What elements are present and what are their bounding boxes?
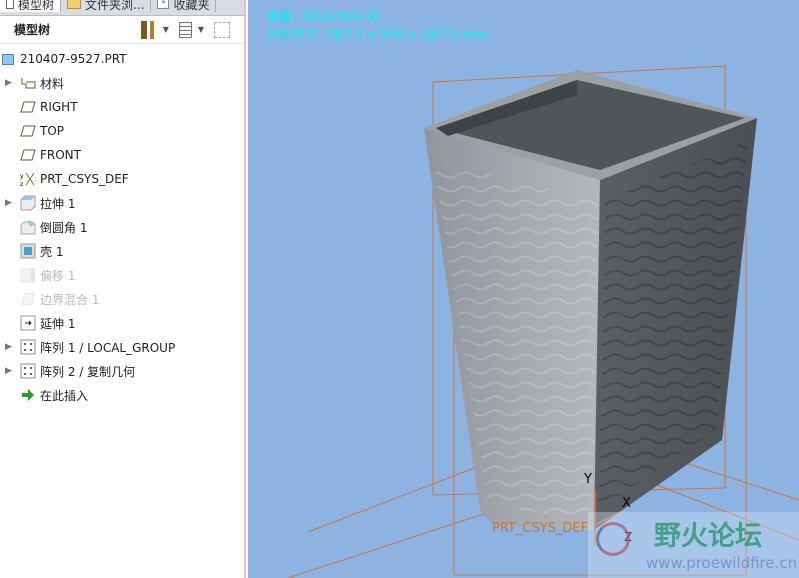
model-tree-panel: 模型树 文件夹浏... * 收藏夹 模型树 ▼ ▼ 210407-9527.PRT… — [0, 0, 246, 578]
datum-plane-icon — [20, 99, 36, 115]
tab-favorites[interactable]: * 收藏夹 — [151, 0, 217, 12]
model-3d-view — [287, 65, 799, 578]
tree-item[interactable]: ▶ 材料 — [0, 71, 244, 95]
hammer-screwdriver-icon — [140, 20, 157, 39]
tab-model-tree[interactable]: 模型树 — [0, 0, 62, 12]
svg-text:z: z — [20, 181, 23, 187]
datum-plane-icon — [20, 123, 36, 139]
tree-item-label: RIGHT — [40, 100, 78, 114]
show-button[interactable]: ▼ — [178, 21, 204, 38]
boundary-blend-icon — [20, 291, 36, 307]
expand-arrow-icon[interactable]: ▶ — [5, 78, 15, 88]
tree-item-label: 阵列 2 / 复制几何 — [40, 364, 136, 379]
part-icon — [0, 51, 16, 67]
hide-columns-icon — [214, 21, 230, 38]
tree-item[interactable]: RIGHT — [0, 95, 244, 119]
tree-item[interactable]: ▶ 阵列 2 / 复制几何 — [0, 359, 244, 383]
round-icon — [20, 219, 36, 235]
tree-item[interactable]: yz x PRT_CSYS_DEF — [0, 167, 244, 191]
svg-text:y: y — [20, 173, 24, 180]
tree-item[interactable]: 边界混合 1 — [0, 287, 244, 311]
extend-icon — [20, 315, 36, 331]
extrude-icon — [20, 195, 36, 211]
chevron-down-icon: ▼ — [162, 25, 169, 34]
tree-item-label: 偏移 1 — [40, 268, 76, 283]
tree-item[interactable]: ▶ 阵列 1 / LOCAL_GROUP — [0, 335, 244, 359]
watermark-logo — [596, 522, 630, 556]
tree-item-label: TOP — [40, 124, 65, 138]
csys-icon: yz x — [20, 171, 36, 187]
tree-item-label: 材料 — [40, 76, 65, 91]
svg-text:x: x — [35, 176, 36, 183]
tree-item-label: 延伸 1 — [40, 316, 76, 331]
tree-item[interactable]: 在此插入 — [0, 383, 244, 407]
list-icon — [178, 21, 192, 38]
tab-folder-browser[interactable]: 文件夹浏... — [61, 0, 152, 12]
tree-filter-button[interactable] — [214, 21, 230, 38]
expand-arrow-icon[interactable]: ▶ — [5, 366, 15, 376]
tree-item-label: FRONT — [40, 148, 81, 162]
panel-title: 模型树 — [14, 23, 51, 37]
datum-plane-icon — [20, 147, 36, 163]
watermark-title: 野火论坛 — [654, 521, 762, 552]
pattern-icon — [20, 339, 36, 355]
model-tree: 210407-9527.PRT ▶ 材料 RIGHT TOP FRONT yz x PRT_C… — [0, 44, 244, 407]
graphics-viewport[interactable]: 重量: 2816.609 克 外形尺寸: 287.5 x 500 x 287.5… — [248, 0, 799, 578]
tree-item-label: 拉伸 1 — [40, 196, 76, 211]
favorites-icon: * — [157, 0, 170, 9]
settings-button[interactable]: ▼ — [140, 20, 169, 39]
tree-item[interactable]: 倒圆角 1 — [0, 215, 244, 239]
tree-item-label: 倒圆角 1 — [40, 220, 88, 235]
tree-item-label: 在此插入 — [40, 388, 89, 403]
tree-item[interactable]: ▶ 拉伸 1 — [0, 191, 244, 215]
tree-item[interactable]: 壳 1 — [0, 239, 244, 263]
tree-root[interactable]: 210407-9527.PRT — [0, 47, 244, 71]
offset-icon — [20, 267, 36, 283]
axis-y-label: Y — [584, 472, 592, 487]
watermark: 野火论坛 www.proewildfire.cn — [588, 512, 799, 578]
tree-item[interactable]: TOP — [0, 119, 244, 143]
shell-icon — [20, 243, 36, 259]
expand-arrow-icon[interactable]: ▶ — [5, 198, 15, 208]
tree-item-label: PRT_CSYS_DEF — [40, 172, 129, 186]
tree-item-label: 边界混合 1 — [40, 292, 100, 307]
folder-icon — [67, 0, 82, 9]
material-tag-icon — [20, 75, 36, 91]
csys-label: PRT_CSYS_DEF — [492, 521, 589, 536]
watermark-url: www.proewildfire.cn — [646, 554, 798, 572]
tree-item[interactable]: 偏移 1 — [0, 263, 244, 287]
tree-item[interactable]: 延伸 1 — [0, 311, 244, 335]
chevron-down-icon: ▼ — [197, 25, 204, 34]
tree-item[interactable]: FRONT — [0, 143, 244, 167]
tree-toolbar: 模型树 ▼ ▼ — [0, 16, 244, 44]
pattern-icon — [20, 363, 36, 379]
expand-arrow-icon[interactable]: ▶ — [5, 342, 15, 352]
tree-icon — [6, 0, 14, 9]
tree-item-label: 阵列 1 / LOCAL_GROUP — [40, 340, 176, 355]
tree-item-label: 壳 1 — [40, 244, 64, 259]
navigator-tabs: 模型树 文件夹浏... * 收藏夹 — [0, 0, 244, 16]
insert-here-arrow-icon — [20, 387, 36, 403]
axis-x-label: X — [622, 496, 631, 511]
